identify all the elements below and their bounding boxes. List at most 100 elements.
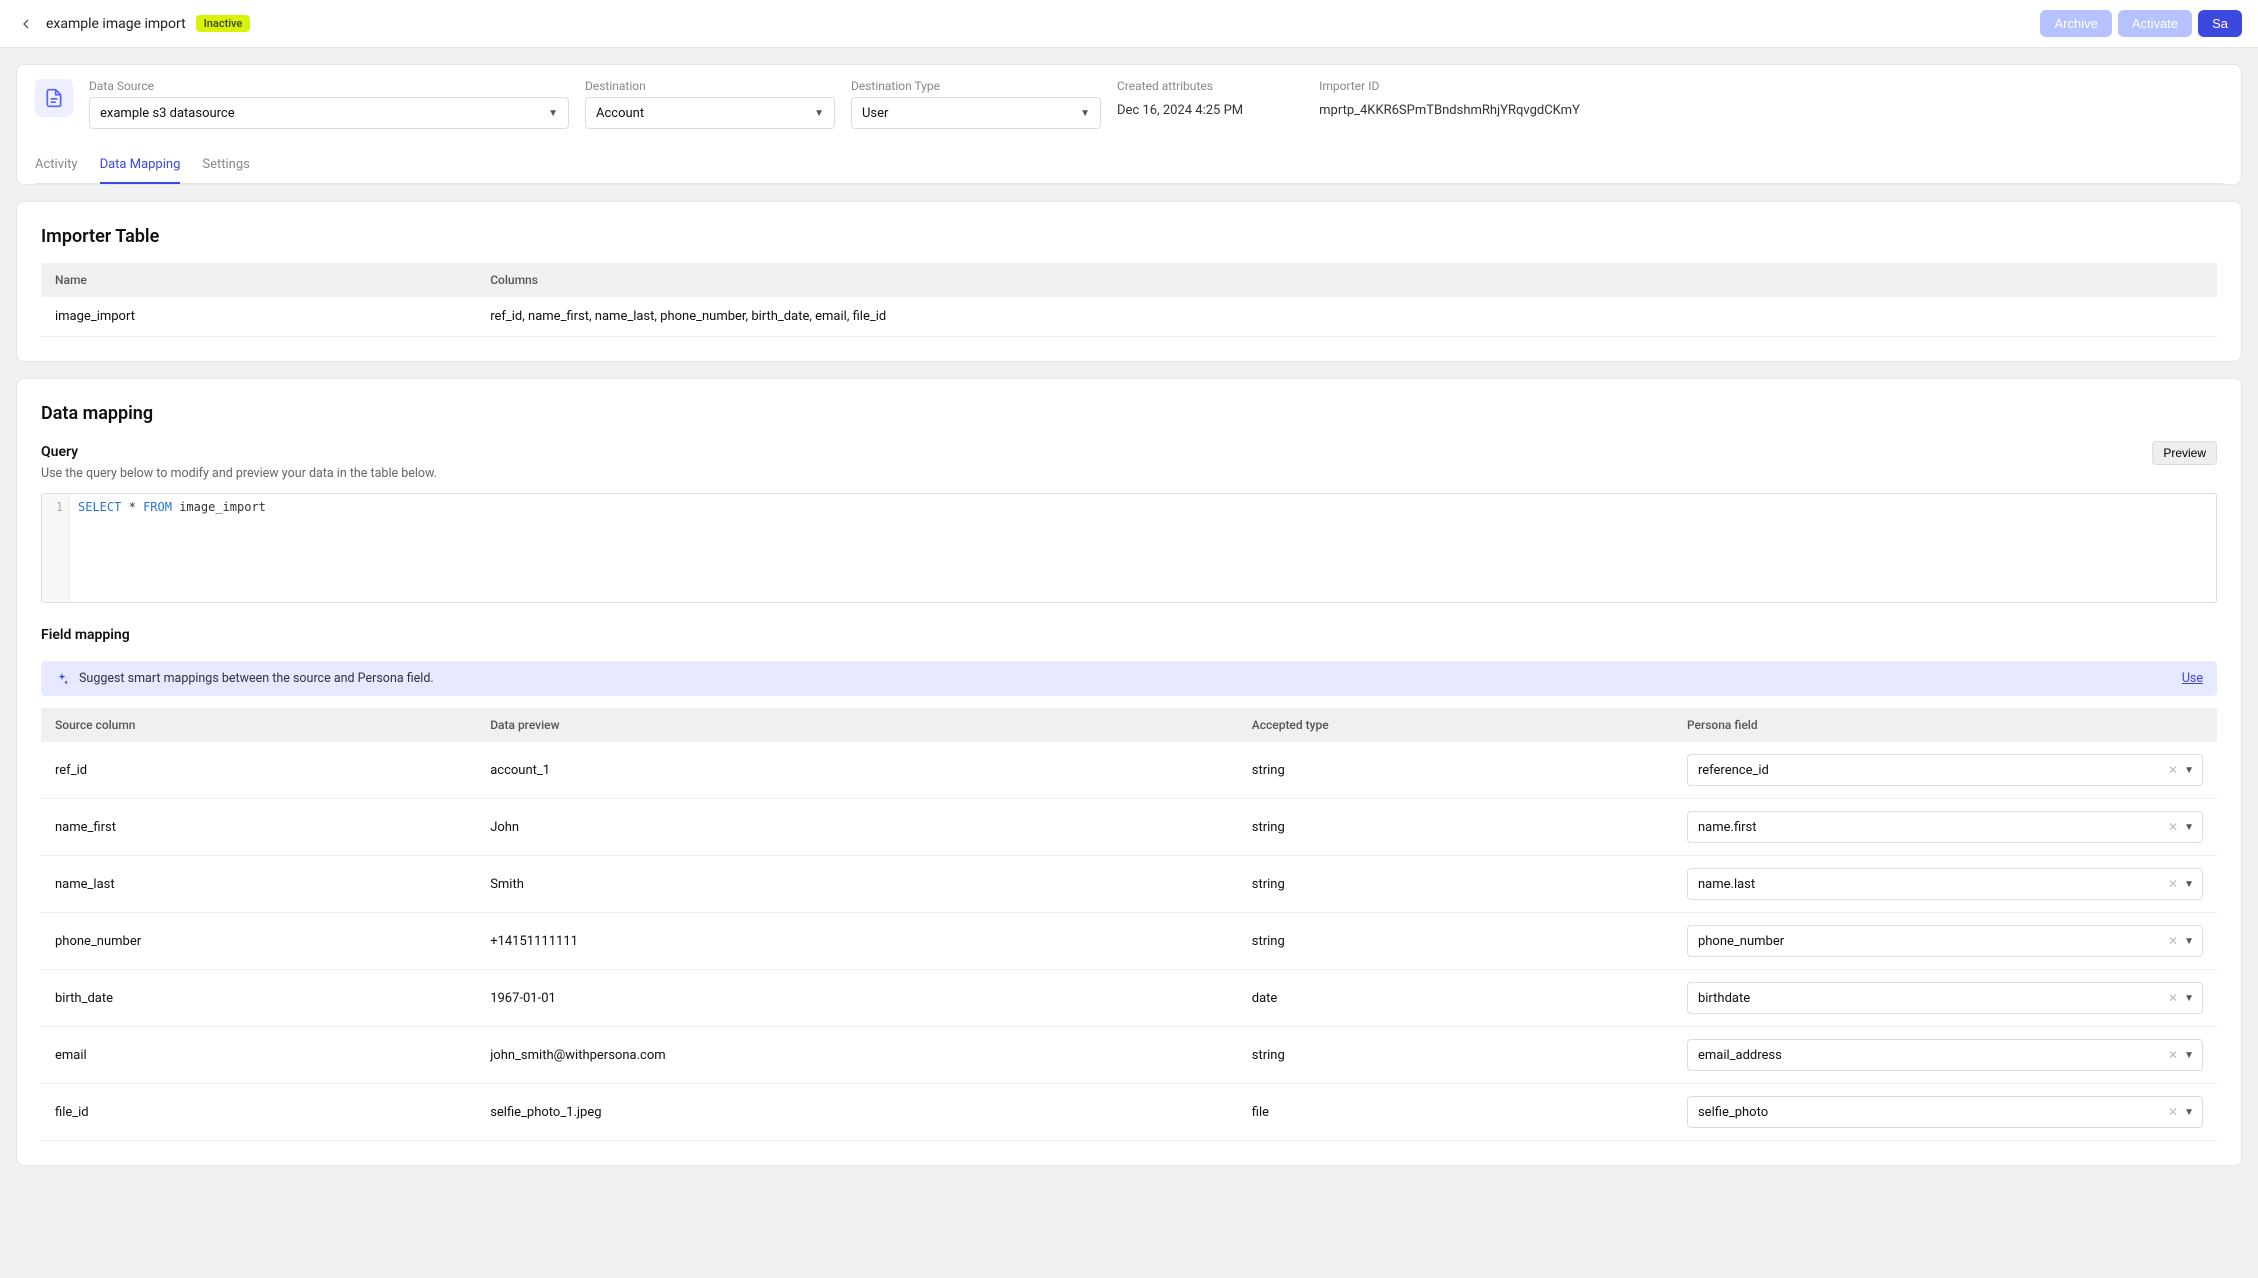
clear-icon[interactable]: ✕ xyxy=(2168,991,2178,1005)
data-source-label: Data Source xyxy=(89,79,569,93)
mapping-type: string xyxy=(1238,742,1673,799)
mapping-type: string xyxy=(1238,799,1673,856)
mapping-preview: selfie_photo_1.jpeg xyxy=(476,1084,1238,1141)
mapping-persona-cell: reference_id✕▼ xyxy=(1673,742,2217,799)
persona-field-value: email_address xyxy=(1698,1048,2162,1063)
destination-type-field: Destination Type User ▼ xyxy=(851,79,1101,129)
importer-id-label: Importer ID xyxy=(1319,79,1580,93)
clear-icon[interactable]: ✕ xyxy=(2168,934,2178,948)
importer-table-header-columns: Columns xyxy=(476,263,2217,297)
table-row: ref_idaccount_1stringreference_id✕▼ xyxy=(41,742,2217,799)
suggest-bar: Suggest smart mappings between the sourc… xyxy=(41,661,2217,696)
query-text: SELECT * FROM image_import xyxy=(70,494,2216,602)
destination-type-label: Destination Type xyxy=(851,79,1101,93)
table-row: name_firstJohnstring name.first ✕ ▼ xyxy=(41,799,2217,856)
mapping-preview: +14151111111 xyxy=(476,913,1238,970)
suggest-text: Suggest smart mappings between the sourc… xyxy=(79,671,434,686)
back-arrow-icon[interactable] xyxy=(16,14,36,34)
clear-icon[interactable]: ✕ xyxy=(2168,877,2178,891)
config-tabs: Activity Data Mapping Settings xyxy=(35,147,2223,184)
data-mapping-title: Data mapping xyxy=(41,403,2217,424)
destination-select[interactable]: Account ▼ xyxy=(585,97,835,129)
mapping-persona-cell: selfie_photo ✕ ▼ xyxy=(1673,1084,2217,1141)
activate-button[interactable]: Activate xyxy=(2118,10,2192,37)
clear-icon[interactable]: ✕ xyxy=(2168,820,2178,834)
importer-id-value: mprtp_4KKR6SPmTBndshmRhjYRqvgdCKmY xyxy=(1319,97,1580,118)
mapping-preview: account_1 xyxy=(476,742,1238,799)
persona-field-select[interactable]: name.first ✕ ▼ xyxy=(1687,811,2203,843)
chevron-down-icon: ▼ xyxy=(2184,879,2194,890)
destination-label: Destination xyxy=(585,79,835,93)
config-card: Data Source example s3 datasource ▼ Dest… xyxy=(16,64,2242,185)
mapping-type: file xyxy=(1238,1084,1673,1141)
table-row: image_import ref_id, name_first, name_la… xyxy=(41,297,2217,337)
col-type: Accepted type xyxy=(1238,708,1673,742)
created-attributes-field: Created attributes Dec 16, 2024 4:25 PM xyxy=(1117,79,1243,118)
tab-data-mapping[interactable]: Data Mapping xyxy=(100,147,181,184)
destination-field: Destination Account ▼ xyxy=(585,79,835,129)
persona-field-select[interactable]: selfie_photo ✕ ▼ xyxy=(1687,1096,2203,1128)
mapping-source: birth_date xyxy=(41,970,476,1027)
data-source-select[interactable]: example s3 datasource ▼ xyxy=(89,97,569,129)
persona-field-select[interactable]: name.last✕▼ xyxy=(1687,868,2203,900)
archive-button[interactable]: Archive xyxy=(2040,10,2111,37)
status-badge: Inactive xyxy=(196,15,251,32)
mapping-type: date xyxy=(1238,970,1673,1027)
importer-table: Name Columns image_import ref_id, name_f… xyxy=(41,263,2217,337)
page-title: example image import xyxy=(46,16,186,32)
destination-value: Account xyxy=(596,106,644,121)
mapping-persona-cell: email_address✕▼ xyxy=(1673,1027,2217,1084)
save-button[interactable]: Sa xyxy=(2198,10,2242,37)
importer-table-name: image_import xyxy=(41,297,476,337)
clear-icon[interactable]: ✕ xyxy=(2168,1105,2178,1119)
col-persona: Persona field xyxy=(1673,708,2217,742)
mapping-source: file_id xyxy=(41,1084,476,1141)
mapping-preview: John xyxy=(476,799,1238,856)
mapping-source: phone_number xyxy=(41,913,476,970)
col-source: Source column xyxy=(41,708,476,742)
chevron-down-icon: ▼ xyxy=(1080,108,1090,119)
table-row: file_idselfie_photo_1.jpegfile selfie_pho… xyxy=(41,1084,2217,1141)
chevron-down-icon: ▼ xyxy=(2184,936,2194,947)
clear-icon[interactable]: ✕ xyxy=(2168,763,2178,777)
query-editor[interactable]: 1 SELECT * FROM image_import xyxy=(41,493,2217,603)
persona-field-value: selfie_photo xyxy=(1698,1105,2162,1120)
persona-field-value: birthdate xyxy=(1698,991,2162,1006)
suggest-use-link[interactable]: Use xyxy=(2182,671,2203,686)
mapping-source: email xyxy=(41,1027,476,1084)
table-row: emailjohn_smith@withpersona.comstring ema… xyxy=(41,1027,2217,1084)
importer-table-card: Importer Table Name Columns image_import… xyxy=(16,201,2242,362)
persona-field-select[interactable]: email_address✕▼ xyxy=(1687,1039,2203,1071)
sparkle-icon xyxy=(55,672,69,686)
chevron-down-icon: ▼ xyxy=(548,108,558,119)
mapping-persona-cell: name.last✕▼ xyxy=(1673,856,2217,913)
tab-activity[interactable]: Activity xyxy=(35,147,78,184)
persona-field-value: reference_id xyxy=(1698,763,2162,778)
preview-button[interactable]: Preview xyxy=(2152,441,2217,465)
destination-type-select[interactable]: User ▼ xyxy=(851,97,1101,129)
persona-field-select[interactable]: phone_number ✕ ▼ xyxy=(1687,925,2203,957)
query-helper: Use the query below to modify and previe… xyxy=(41,466,2217,481)
tab-settings[interactable]: Settings xyxy=(202,147,249,184)
data-source-value: example s3 datasource xyxy=(100,106,235,121)
destination-type-value: User xyxy=(862,106,888,121)
field-mapping-table: Source column Data preview Accepted type… xyxy=(41,708,2217,1141)
topbar: example image import Inactive Archive Ac… xyxy=(0,0,2258,48)
chevron-down-icon: ▼ xyxy=(2184,822,2194,833)
document-icon xyxy=(35,79,73,117)
table-row: name_lastSmithstringname.last✕▼ xyxy=(41,856,2217,913)
mapping-source: name_first xyxy=(41,799,476,856)
mapping-preview: 1967-01-01 xyxy=(476,970,1238,1027)
table-row: phone_number+14151111111stringphone_numb… xyxy=(41,913,2217,970)
mapping-source: ref_id xyxy=(41,742,476,799)
mapping-persona-cell: name.first ✕ ▼ xyxy=(1673,799,2217,856)
persona-field-value: name.first xyxy=(1698,820,2162,835)
persona-field-value: phone_number xyxy=(1698,934,2162,949)
persona-field-select[interactable]: reference_id✕▼ xyxy=(1687,754,2203,786)
clear-icon[interactable]: ✕ xyxy=(2168,1048,2178,1062)
chevron-down-icon: ▼ xyxy=(2184,1107,2194,1118)
mapping-preview: john_smith@withpersona.com xyxy=(476,1027,1238,1084)
mapping-type: string xyxy=(1238,1027,1673,1084)
mapping-type: string xyxy=(1238,856,1673,913)
persona-field-select[interactable]: birthdate✕▼ xyxy=(1687,982,2203,1014)
